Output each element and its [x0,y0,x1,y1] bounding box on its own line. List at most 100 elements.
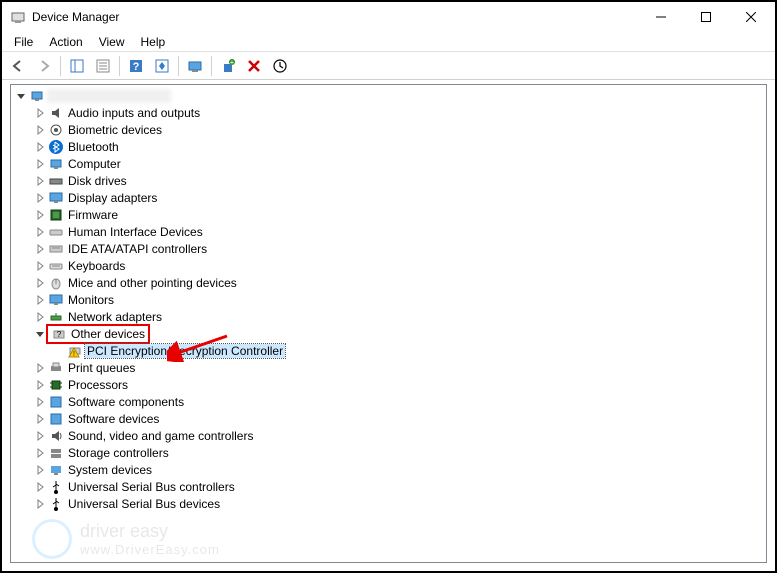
tree-category[interactable]: Display adapters [11,189,766,206]
expander-icon[interactable] [34,192,46,204]
tree-category[interactable]: Biometric devices [11,121,766,138]
computer-icon [29,88,45,104]
tree-category[interactable]: Bluetooth [11,138,766,155]
menu-action[interactable]: Action [41,33,90,51]
expander-icon[interactable] [34,277,46,289]
tree-category[interactable]: Disk drives [11,172,766,189]
expander-icon[interactable] [34,260,46,272]
tree-category[interactable]: Audio inputs and outputs [11,104,766,121]
expander-icon[interactable] [34,158,46,170]
category-icon [48,428,64,444]
tree-category[interactable]: Keyboards [11,257,766,274]
tree-category[interactable]: Human Interface Devices [11,223,766,240]
tree-root[interactable]: XXXXXXXX [11,87,766,104]
expander-icon[interactable] [34,481,46,493]
expander-icon[interactable] [34,413,46,425]
tree-category[interactable]: Computer [11,155,766,172]
svg-text:+: + [230,58,235,67]
expander-icon[interactable] [34,464,46,476]
tree-category[interactable]: Universal Serial Bus controllers [11,478,766,495]
expander-icon[interactable] [34,107,46,119]
category-icon: ? [51,326,67,342]
category-icon [48,496,64,512]
properties-button[interactable] [91,54,115,78]
menu-view[interactable]: View [91,33,133,51]
expander-icon[interactable] [34,226,46,238]
tree-category[interactable]: Sound, video and game controllers [11,427,766,444]
expander-icon[interactable] [34,141,46,153]
category-icon [48,105,64,121]
expander-icon[interactable] [34,124,46,136]
category-label: Monitors [66,293,116,307]
category-icon [48,173,64,189]
category-label: Network adapters [66,310,164,324]
category-label: Biometric devices [66,123,164,137]
category-label: Universal Serial Bus devices [66,497,222,511]
category-label: Sound, video and game controllers [66,429,255,443]
tree-category[interactable]: Universal Serial Bus devices [11,495,766,512]
tree-category[interactable]: System devices [11,461,766,478]
tree-category[interactable]: Software devices [11,410,766,427]
svg-text:?: ? [57,330,62,339]
update-driver-button[interactable] [268,54,292,78]
forward-button[interactable] [32,54,56,78]
menubar: File Action View Help [2,32,775,52]
expander-icon[interactable] [34,175,46,187]
expander-icon[interactable] [34,311,46,323]
device-tree: XXXXXXXX Audio inputs and outputs Biometri… [11,85,766,514]
expander-icon[interactable] [34,294,46,306]
scan-hardware-button[interactable] [183,54,207,78]
minimize-button[interactable] [638,2,683,32]
category-icon [48,190,64,206]
expander-icon[interactable] [34,430,46,442]
tree-category[interactable]: Software components [11,393,766,410]
expander-icon[interactable] [34,243,46,255]
tree-category[interactable]: Print queues [11,359,766,376]
tree-category[interactable]: ?Other devices [11,325,766,342]
menu-file[interactable]: File [6,33,41,51]
add-legacy-button[interactable]: + [216,54,240,78]
uninstall-button[interactable] [242,54,266,78]
category-label: Audio inputs and outputs [66,106,202,120]
maximize-button[interactable] [683,2,728,32]
expander-icon[interactable] [34,362,46,374]
category-icon [48,207,64,223]
category-icon [48,462,64,478]
category-icon [48,411,64,427]
tree-category[interactable]: Mice and other pointing devices [11,274,766,291]
expander-icon[interactable] [34,379,46,391]
expander-icon[interactable] [34,498,46,510]
category-icon [48,241,64,257]
tree-device[interactable]: !PCI Encryption/Decryption Controller [11,342,766,359]
tree-category[interactable]: Firmware [11,206,766,223]
category-label: Processors [66,378,130,392]
category-icon [48,445,64,461]
tree-category[interactable]: Processors [11,376,766,393]
expander-icon[interactable] [34,447,46,459]
show-hide-tree-button[interactable] [65,54,89,78]
category-label: Bluetooth [66,140,121,154]
menu-help[interactable]: Help [133,33,174,51]
category-icon [48,275,64,291]
tree-category[interactable]: Network adapters [11,308,766,325]
expander-icon[interactable] [34,328,46,340]
close-button[interactable] [728,2,773,32]
device-tree-container[interactable]: XXXXXXXX Audio inputs and outputs Biometri… [10,84,767,563]
expander-icon[interactable] [34,396,46,408]
titlebar: Device Manager [2,2,775,32]
category-label: Disk drives [66,174,129,188]
expander-icon[interactable] [15,90,27,102]
svg-text:!: ! [73,351,75,358]
category-label: Firmware [66,208,120,222]
category-icon [48,377,64,393]
expander-icon[interactable] [34,209,46,221]
tree-category[interactable]: IDE ATA/ATAPI controllers [11,240,766,257]
help-button[interactable]: ? [124,54,148,78]
back-button[interactable] [6,54,30,78]
category-icon [48,139,64,155]
tree-category[interactable]: Monitors [11,291,766,308]
action-button[interactable] [150,54,174,78]
category-icon [48,292,64,308]
devmgr-icon [10,9,26,25]
tree-category[interactable]: Storage controllers [11,444,766,461]
